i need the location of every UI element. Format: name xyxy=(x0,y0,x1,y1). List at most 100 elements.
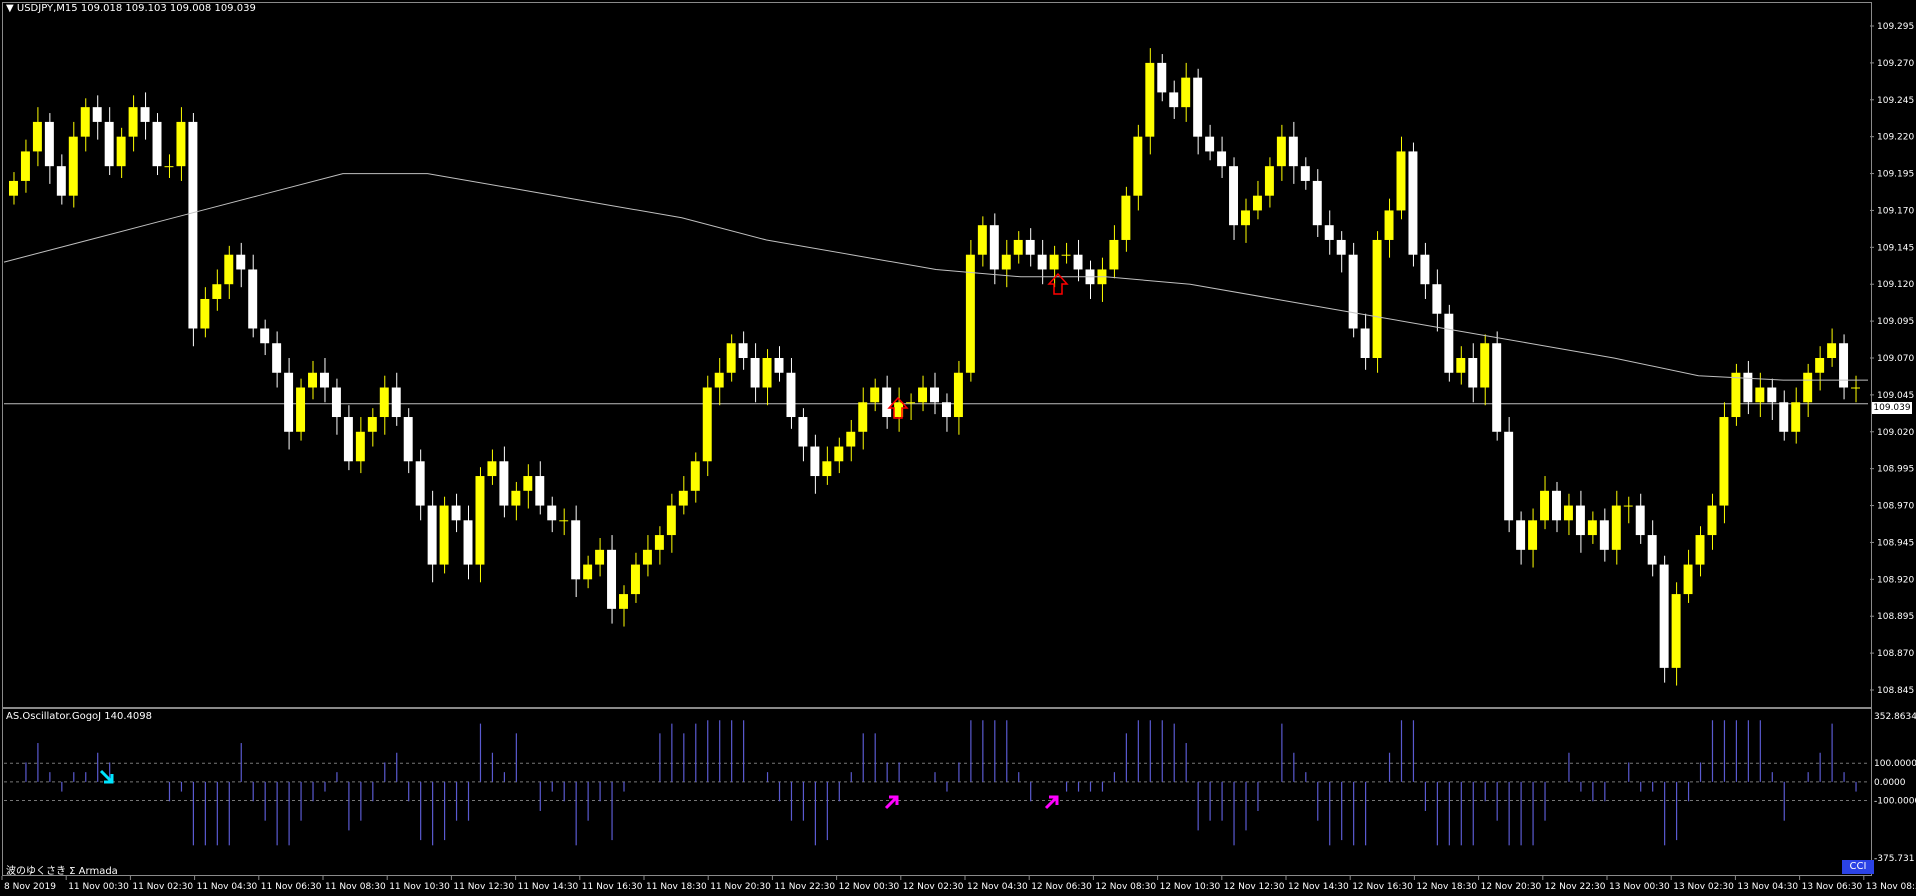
candle-body xyxy=(930,387,939,403)
candle-body xyxy=(1312,180,1322,226)
candle-body xyxy=(499,461,509,506)
candle-body xyxy=(379,387,389,418)
time-axis-label: 12 Nov 06:30 xyxy=(1031,882,1092,892)
price-axis-label: 108.970 xyxy=(1877,502,1914,512)
candle-body xyxy=(1061,254,1071,256)
price-axis-label: 109.070 xyxy=(1877,354,1914,364)
candle-body xyxy=(1671,594,1681,668)
candle-body xyxy=(487,461,497,477)
candle-body xyxy=(1001,254,1011,270)
candle-body xyxy=(607,549,617,609)
candle-body xyxy=(188,121,198,329)
candle-body xyxy=(1623,505,1633,507)
candle-body xyxy=(762,358,772,388)
candle-body xyxy=(296,387,306,432)
candle-body xyxy=(678,490,688,506)
candle-body xyxy=(1695,535,1705,565)
oscillator-axis-label: -100.0000 xyxy=(1874,797,1916,807)
current-price-tag: 109.039 xyxy=(1872,402,1912,414)
candle-body xyxy=(630,564,640,595)
oscillator-title: AS.Oscillator.GogoJ 140.4098 xyxy=(6,711,152,722)
candle-body xyxy=(619,594,628,609)
up-right-arrow-icon xyxy=(1044,795,1059,810)
candle-body xyxy=(1575,505,1585,536)
time-axis-label: 12 Nov 18:30 xyxy=(1416,882,1477,892)
candle-body xyxy=(439,505,449,565)
oscillator-axis-label: -375.731 xyxy=(1874,854,1914,864)
candle-body xyxy=(547,505,557,521)
candle-body xyxy=(1073,254,1083,270)
candle-body xyxy=(1719,417,1729,506)
time-axis-label: 12 Nov 00:30 xyxy=(839,882,900,892)
candle-body xyxy=(1432,284,1442,314)
candle-body xyxy=(1372,239,1382,358)
ohlc-values: 109.018 109.103 109.008 109.039 xyxy=(80,3,256,14)
candle-body xyxy=(415,461,425,506)
candle-body xyxy=(427,505,437,565)
chart-canvas[interactable]: 109.295 109.270 109.245 109.220 109.195 109.1… xyxy=(0,0,1916,896)
candle-body xyxy=(284,372,294,432)
candle-body xyxy=(1109,239,1119,270)
candle-body xyxy=(1193,77,1203,137)
candle-body xyxy=(1348,254,1358,329)
candle-body xyxy=(906,402,916,404)
candle-body xyxy=(1516,520,1526,550)
time-axis-label: 11 Nov 08:30 xyxy=(325,882,386,892)
candle-body xyxy=(941,402,951,418)
candle-body xyxy=(1839,343,1849,388)
candle-body xyxy=(1205,136,1215,152)
chevron-down-icon[interactable]: ▼ xyxy=(6,3,14,14)
candle-body xyxy=(1288,136,1298,167)
candle-body xyxy=(1611,505,1621,550)
candle-body xyxy=(1157,62,1167,93)
candle-body xyxy=(56,166,66,196)
price-axis-label: 108.845 xyxy=(1877,686,1914,696)
candle-body xyxy=(140,107,150,122)
candle-body xyxy=(1264,166,1274,196)
price-axis-label: 109.270 xyxy=(1877,59,1914,69)
candle-body xyxy=(32,121,42,152)
candle-body xyxy=(463,520,473,565)
candle-body xyxy=(1169,92,1179,108)
candle-body xyxy=(116,136,126,167)
candle-body xyxy=(1827,343,1837,358)
candle-body xyxy=(977,225,987,255)
candle-body xyxy=(236,254,246,270)
candle-body xyxy=(595,549,605,565)
candle-body xyxy=(1360,328,1370,358)
candle-body xyxy=(1528,520,1538,550)
candle-body xyxy=(559,520,569,522)
candle-body xyxy=(1851,387,1860,389)
candle-body xyxy=(1276,136,1286,167)
candle-body xyxy=(953,372,963,418)
candle-body xyxy=(308,372,317,388)
price-axis-label: 109.145 xyxy=(1877,243,1914,253)
candle-body xyxy=(164,166,174,168)
chart-header: ▼ USDJPY,M15 109.018 109.103 109.008 109… xyxy=(6,3,256,14)
price-axis-label: 109.170 xyxy=(1877,206,1914,216)
cci-badge[interactable]: CCI xyxy=(1842,860,1874,874)
candle-body xyxy=(475,476,485,565)
candle-body xyxy=(319,372,329,388)
price-axis-label: 108.920 xyxy=(1877,575,1914,585)
symbol-label: USDJPY,M15 xyxy=(16,3,78,14)
candle-body xyxy=(1241,210,1250,226)
candle-body xyxy=(1755,387,1765,403)
time-axis-label: 12 Nov 08:30 xyxy=(1095,882,1156,892)
candle-body xyxy=(583,564,593,580)
time-axis-label: 11 Nov 14:30 xyxy=(518,882,579,892)
candle-body xyxy=(20,151,30,181)
candle-body xyxy=(1145,62,1155,137)
candle-body xyxy=(1396,151,1406,211)
candle-body xyxy=(654,535,664,550)
candle-body xyxy=(128,107,138,137)
candle-body xyxy=(1408,151,1418,255)
candle-body xyxy=(1468,358,1478,388)
oscillator-footer: 波のゆくさき Σ Armada xyxy=(6,866,118,877)
candle-body xyxy=(1779,402,1789,432)
candle-body xyxy=(1803,372,1813,403)
time-axis-label: 11 Nov 06:30 xyxy=(261,882,322,892)
time-axis-label: 12 Nov 10:30 xyxy=(1160,882,1221,892)
candle-body xyxy=(1563,505,1573,521)
candle-body xyxy=(224,254,234,285)
